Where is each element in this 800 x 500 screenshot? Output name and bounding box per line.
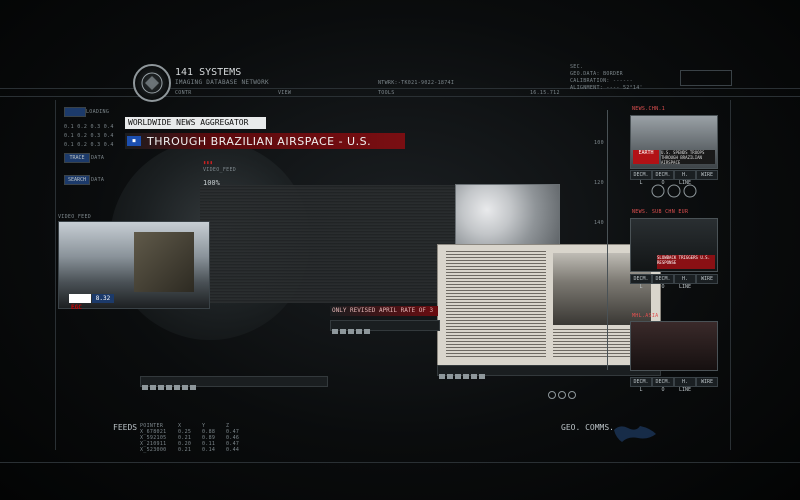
systems-logo-icon [133,64,171,102]
vertical-ruler [607,110,608,370]
egc-logo: EGC [69,294,91,311]
value-grid: 0.1 0.2 0.3 0.4 0.1 0.2 0.3 0.4 0.1 0.2 … [64,124,114,148]
version-label: 16.15.712 [530,90,560,96]
panel3-hline-button[interactable]: H. LINE [674,377,696,393]
panel1-brand-icons [650,183,698,199]
trace-data-label: DATA [91,155,105,161]
panel1-title: NEWS.CHN.1 [632,106,666,112]
geo-comms-label: GEO. COMMS. [561,423,614,432]
news-channel-icon: ■ [127,136,141,146]
document-controls[interactable] [437,365,661,379]
headline-bar: ■ THROUGH BRAZILIAN AIRSPACE - U.S. [125,133,405,149]
article-column-left [446,251,546,359]
loading-label: LOADING [86,109,110,115]
header-status-box [680,70,732,86]
panel3-decm-o-button[interactable]: DECM. O [652,377,674,393]
panel2-wire-button[interactable]: WIRE [696,274,718,284]
search-data-label: DATA [91,177,105,183]
org-subtitle: IMAGING DATABASE NETWORK [175,79,269,86]
right-grid-line [730,100,731,450]
clouds-image[interactable] [455,184,560,248]
world-map-icon [610,420,660,446]
menu-divider [0,96,800,97]
headline-text: THROUGH BRAZILIAN AIRSPACE - U.S. [147,135,372,148]
footer-divider [0,462,800,463]
zoom-label: 100% [203,179,220,187]
menu-view[interactable]: VIEW [278,90,291,96]
panel1-decm-o-button[interactable]: DECM. O [652,170,674,186]
network-id: NTWRK:-TK021-9022-1874I [378,80,455,86]
org-title: 141 SYSTEMS [175,67,242,78]
feed-playback-controls[interactable] [330,320,440,334]
panel1-caption: U.S. SPENDS TROOPS THROUGH BRAZILIAN AIR… [661,150,715,165]
panel1-decm-l-button[interactable]: DECM. L [630,170,652,186]
panel2-title: NEWS. SUB CHN EUR [632,209,689,215]
panel1-buttons: DECM. L DECM. O H. LINE WIRE [630,170,718,186]
panel2-decm-l-button[interactable]: DECM. L [630,274,652,290]
aggregator-title: WORLDWIDE NEWS AGGREGATOR [125,117,266,129]
feeds-table: POINTER X Y Z X_678021 0.25 0.88 0.47 X_592105… [140,423,240,453]
menu-tools[interactable]: TOOLS [378,90,395,96]
panel1-image[interactable]: EARTH U.S. SPENDS TROOPS THROUGH BRAZILI… [630,115,718,169]
building-shape [134,232,194,292]
main-playback-controls[interactable] [140,376,328,390]
panel2-hline-button[interactable]: H. LINE [674,274,696,290]
panel3-decm-l-button[interactable]: DECM. L [630,377,652,393]
panel2-buttons: DECM. L DECM. O H. LINE WIRE [630,274,718,290]
ticker-bar: ONLY REVISED APRIL RATE OF 3 [330,306,438,316]
newspaper-document[interactable] [437,244,661,366]
feeds-label: FEEDS [113,423,138,432]
channel-badge: 8.32 [92,294,114,303]
small-feed-label: VIDEO_FEED [58,214,92,220]
trace-button[interactable]: TRACE [64,153,90,163]
panel1-wire-button[interactable]: WIRE [696,170,718,180]
geo-info-block: SEC. GEO.DATA: BORDER CALIBRATION: -----… [570,64,643,91]
panel3-buttons: DECM. L DECM. O H. LINE WIRE [630,377,718,393]
panel1-hline-button[interactable]: H. LINE [674,170,696,186]
header-divider [0,88,800,89]
ticker-text: ONLY REVISED APRIL RATE OF 3 [332,307,434,314]
main-video-feed[interactable] [200,185,458,303]
panel2-caption: SLOWBACK TRIGGERS U.S. RESPONSE [657,255,715,269]
left-grid-line [55,100,56,450]
loading-indicator [64,107,86,117]
panel3-wire-button[interactable]: WIRE [696,377,718,387]
table-row[interactable]: X_523000 0.21 0.14 0.44 [140,447,240,453]
panel2-decm-o-button[interactable]: DECM. O [652,274,674,290]
video-feed-label: VIDEO_FEED [203,167,237,173]
dial-icons [547,385,587,399]
ruler-mark-2: 120 [594,180,604,186]
small-video-feed[interactable]: EGC 8.32 [58,221,210,311]
panel2-image[interactable]: SLOWBACK TRIGGERS U.S. RESPONSE [630,218,718,272]
search-button[interactable]: SEARCH [64,175,90,185]
panel3-image[interactable] [630,321,718,371]
menu-contr[interactable]: CONTR [175,90,192,96]
panel1-tag: EARTH [633,150,659,164]
ruler-mark-1: 100 [594,140,604,146]
ruler-mark-3: 140 [594,220,604,226]
video-feed-marker: ▮▮▮ [203,160,213,166]
panel3-title: MHL.ASIA [632,313,659,319]
